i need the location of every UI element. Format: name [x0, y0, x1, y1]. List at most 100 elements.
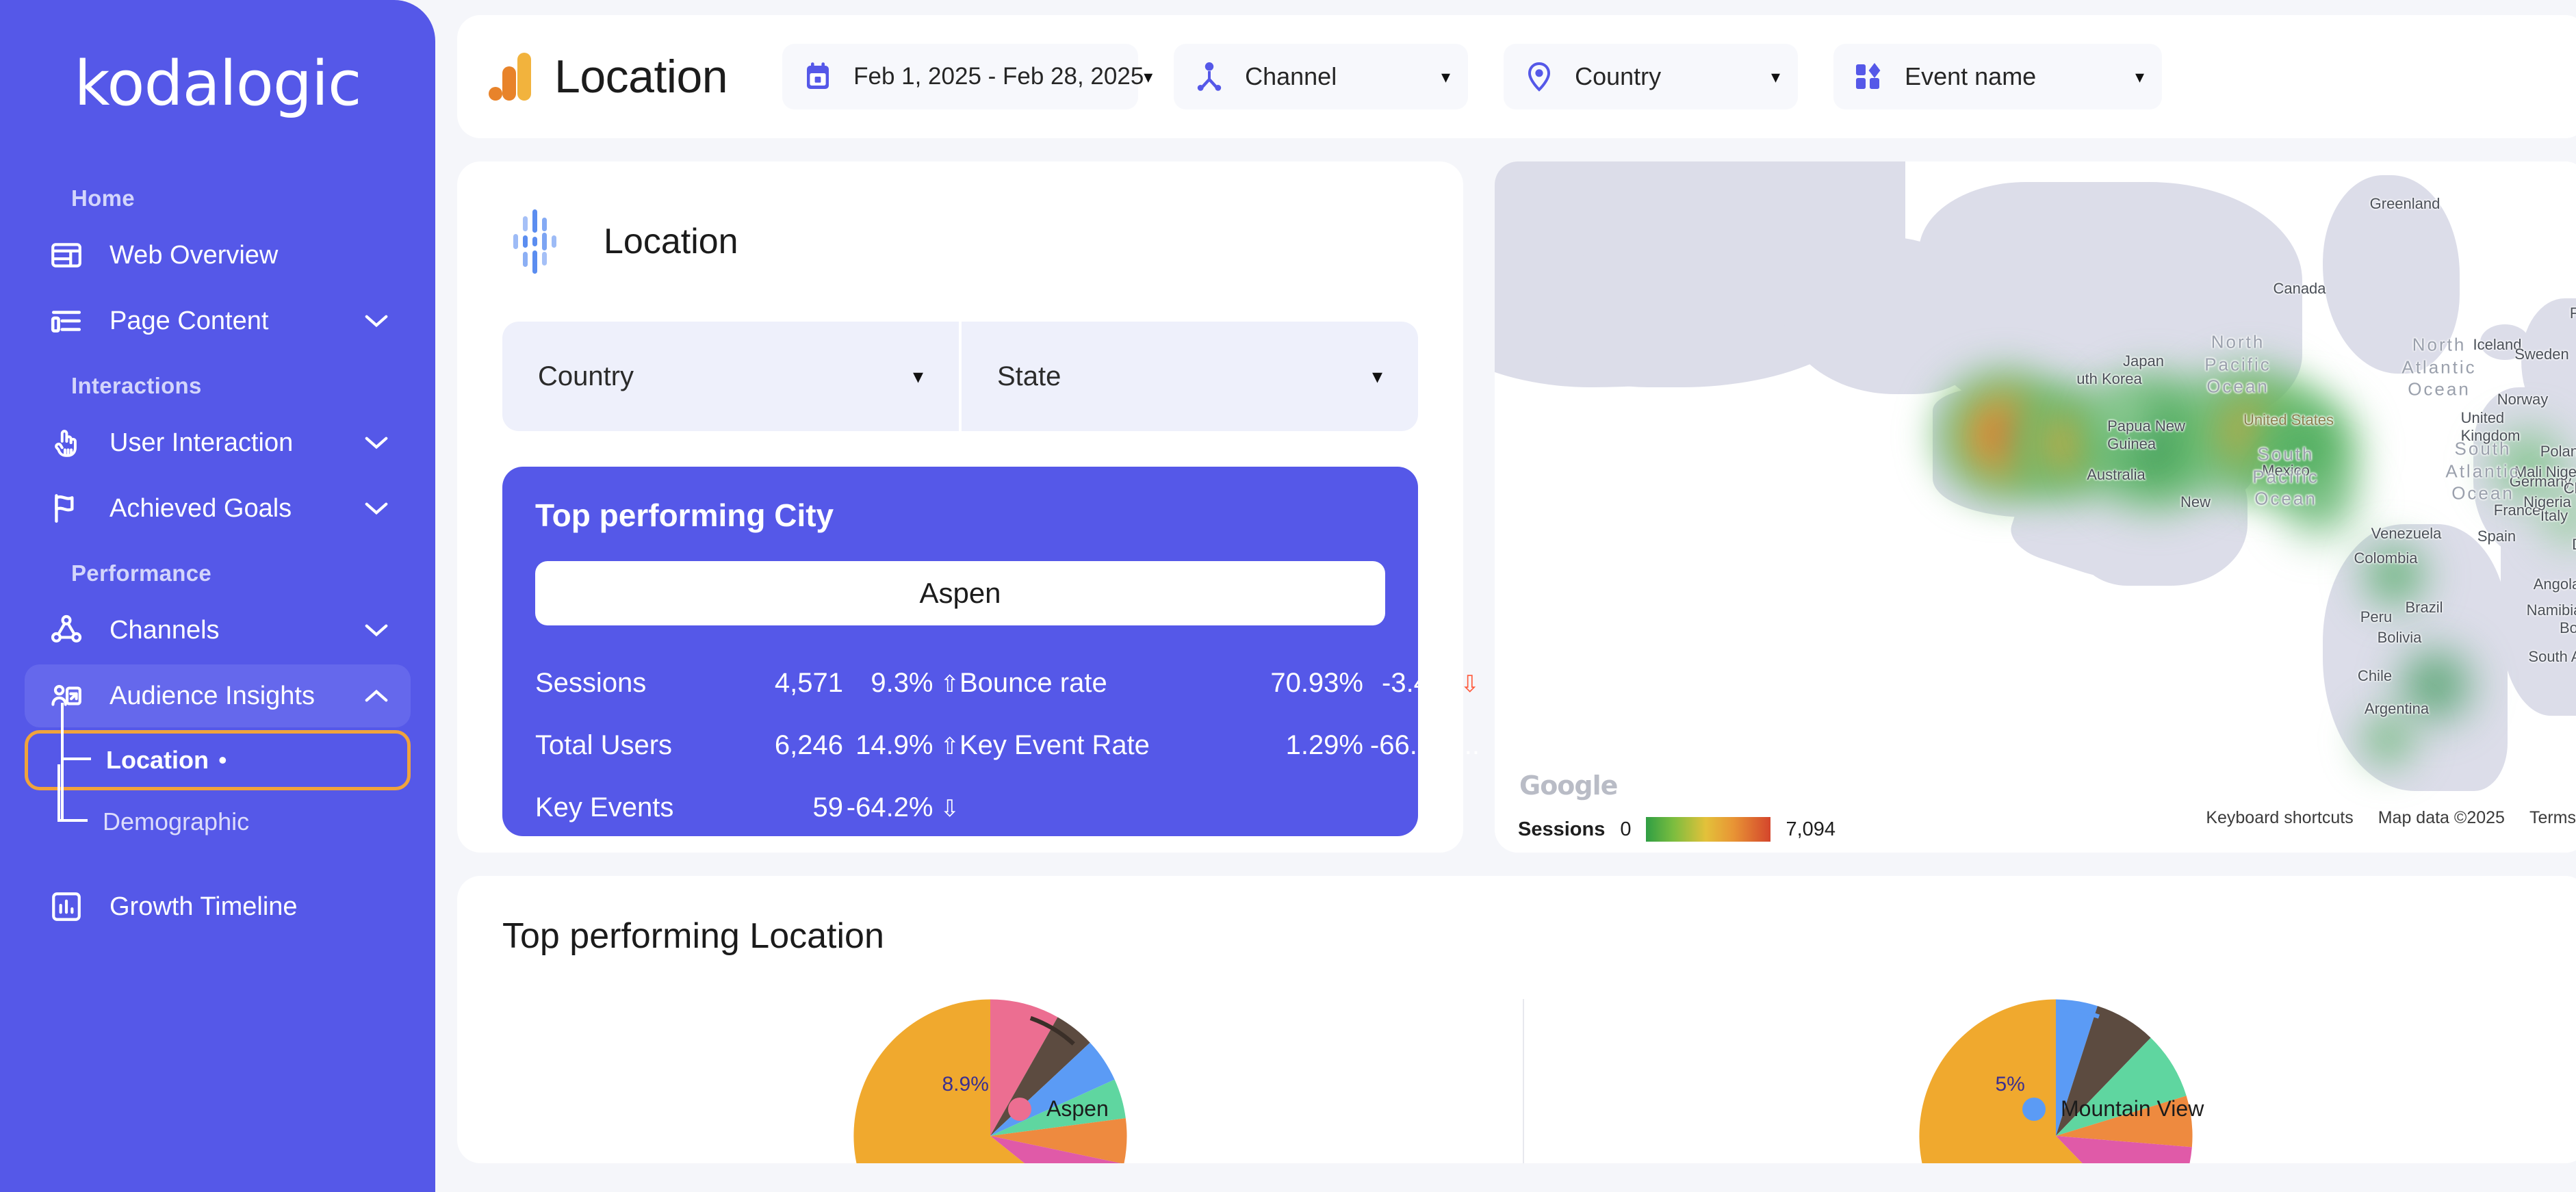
tree-branch-icon — [48, 764, 103, 852]
map-label: Argentina — [2364, 700, 2430, 717]
metric-value: 70.93% — [1270, 668, 1363, 698]
country-filter[interactable]: Country ▾ — [1504, 44, 1799, 109]
location-card-title: Location — [604, 222, 738, 261]
pie-left-legend: Aspen — [1008, 1096, 1109, 1122]
chevron-down-icon[interactable]: ▾ — [1441, 66, 1450, 88]
sidebar-label: Achieved Goals — [110, 493, 292, 523]
top-bar: Location Feb 1, 2025 - Feb 28, 2025 ▾ Ch… — [457, 15, 2576, 138]
map-label: Bots — [2559, 619, 2576, 636]
pie-chart-left-wrapper: 8.9% Aspen — [457, 992, 1523, 1163]
sidebar-item-user-interaction[interactable]: User Interaction — [25, 411, 411, 474]
map-label: Nigeria — [2523, 493, 2571, 510]
metric-delta: 9.3% ⇧ — [871, 668, 959, 698]
metric-delta: -64.2% ⇩ — [846, 792, 959, 822]
map-label: Colombia — [2354, 549, 2418, 567]
legend-min: 0 — [1620, 818, 1632, 840]
map-label: Fi — [2569, 305, 2576, 322]
pie-charts-row: 8.9% Aspen 5% Mountain View — [457, 992, 2576, 1163]
world-map-card[interactable]: GreenlandIcelandFiSwedenNorwayUnitedKing… — [1495, 161, 2576, 853]
channel-icon — [1192, 59, 1227, 94]
audience-insights-icon — [48, 677, 85, 714]
map-attribution: Keyboard shortcuts Map data ©2025 Terms — [2206, 808, 2576, 828]
sidebar-label: Page Content — [110, 306, 269, 335]
top-city-title: Top performing City — [535, 497, 834, 533]
top-city-metrics: Sessions 4,571 9.3% ⇧ Bounce rate 70.93% … — [535, 668, 1480, 823]
pie-right-legend: Mountain View — [2022, 1096, 2204, 1122]
main-content: Location Feb 1, 2025 - Feb 28, 2025 ▾ Ch… — [435, 0, 2576, 1192]
sidebar-label: Channels — [110, 615, 220, 645]
pie-left-data-label: 8.9% — [942, 1073, 989, 1096]
map-label: New — [2180, 493, 2211, 510]
location-selectors: Country ▾ State ▾ — [502, 322, 1418, 431]
flag-icon — [48, 490, 85, 527]
state-select[interactable]: State ▾ — [962, 322, 1418, 431]
sidebar-item-growth-timeline[interactable]: Growth Timeline — [25, 875, 411, 938]
pie-left-svg — [853, 999, 1126, 1163]
metric-value: 59 — [812, 792, 844, 822]
terms-link[interactable]: Terms — [2529, 808, 2576, 828]
map-label: Norway — [2497, 391, 2549, 408]
page-content-icon — [48, 302, 85, 339]
map-label: North Atlantic Ocean — [2401, 334, 2477, 400]
chevron-down-icon[interactable] — [361, 493, 391, 523]
sidebar-section-performance: Performance — [71, 560, 212, 586]
sidebar-item-channels[interactable]: Channels — [25, 599, 411, 662]
metric-label: Bounce rate — [959, 668, 1107, 698]
sidebar-item-achieved-goals[interactable]: Achieved Goals — [25, 477, 411, 540]
map-label: Canada — [2273, 280, 2326, 297]
map-label: South Pacific Ocean — [2252, 443, 2319, 509]
sidebar-item-location[interactable]: Location • — [25, 703, 411, 819]
sidebar-item-audience-insights[interactable]: Audience Insights — [25, 664, 411, 727]
sidebar-label: Demographic — [103, 807, 250, 835]
date-range-filter[interactable]: Feb 1, 2025 - Feb 28, 2025 ▾ — [782, 44, 1152, 109]
chevron-down-icon[interactable]: ▾ — [1372, 365, 1382, 389]
map-label: Chile — [2357, 667, 2393, 684]
map-data-copyright: Map data ©2025 — [2378, 808, 2505, 827]
sidebar-item-web-overview[interactable]: Web Overview — [25, 224, 411, 287]
legend-entry-label: Aspen — [1046, 1096, 1109, 1121]
map-label: North Pacific Ocean — [2204, 331, 2271, 397]
map-label: South Af — [2528, 648, 2576, 665]
map-canvas[interactable]: GreenlandIcelandFiSwedenNorwayUnitedKing… — [1495, 161, 2576, 853]
user-interaction-icon — [48, 424, 85, 461]
country-value: Country — [1575, 62, 1662, 90]
chevron-down-icon[interactable] — [361, 615, 391, 645]
pie-chart-right[interactable]: 5% — [1912, 992, 2200, 1163]
map-label: Namibia — [2526, 601, 2576, 619]
chevron-down-icon[interactable]: ▾ — [2135, 66, 2144, 88]
chevron-down-icon[interactable] — [361, 428, 391, 458]
map-label: United States — [2243, 411, 2334, 428]
chevron-down-icon[interactable]: ▾ — [1771, 66, 1780, 88]
content-row: Location Country ▾ State ▾ Top performin… — [457, 161, 2576, 853]
channel-filter[interactable]: Channel ▾ — [1174, 44, 1469, 109]
top-city-name[interactable]: Aspen — [535, 561, 1385, 625]
location-pulse-icon — [502, 204, 578, 279]
chevron-down-icon[interactable] — [361, 306, 391, 336]
keyboard-shortcuts-link[interactable]: Keyboard shortcuts — [2206, 808, 2353, 828]
analytics-logo-icon — [487, 51, 532, 102]
filter-bar: Feb 1, 2025 - Feb 28, 2025 ▾ Channel ▾ C… — [782, 44, 2163, 109]
sidebar-item-demographic[interactable]: Demographic — [25, 764, 411, 852]
sidebar-item-page-content[interactable]: Page Content — [25, 289, 411, 352]
map-label: Brazil — [2405, 599, 2443, 616]
map-label: Poland — [2540, 443, 2576, 460]
chevron-up-icon[interactable] — [361, 681, 391, 711]
country-select-value: Country — [538, 361, 634, 391]
chevron-down-icon[interactable]: ▾ — [913, 365, 923, 389]
pie-right-data-label: 5% — [1995, 1073, 2025, 1096]
app-root: kodalogic Home Web Overview Page Content… — [0, 0, 2576, 1192]
calendar-icon — [800, 59, 836, 94]
location-card: Location Country ▾ State ▾ Top performin… — [457, 161, 1480, 853]
country-select[interactable]: Country ▾ — [502, 322, 959, 431]
legend-entry-label: Mountain View — [2061, 1096, 2204, 1121]
map-label: Bolivia — [2377, 629, 2422, 646]
map-label: Japan — [2123, 352, 2164, 370]
event-name-filter[interactable]: Event name ▾ — [1833, 44, 2163, 109]
map-label: Australia — [2087, 466, 2146, 483]
pie-chart-left[interactable]: 8.9% — [847, 992, 1134, 1163]
map-label: Papua New Guinea — [2107, 417, 2185, 452]
legend-color-swatch — [2022, 1097, 2046, 1121]
sidebar-label: Web Overview — [110, 240, 279, 270]
page-title: Location — [554, 51, 728, 103]
chevron-down-icon[interactable]: ▾ — [1144, 66, 1152, 88]
